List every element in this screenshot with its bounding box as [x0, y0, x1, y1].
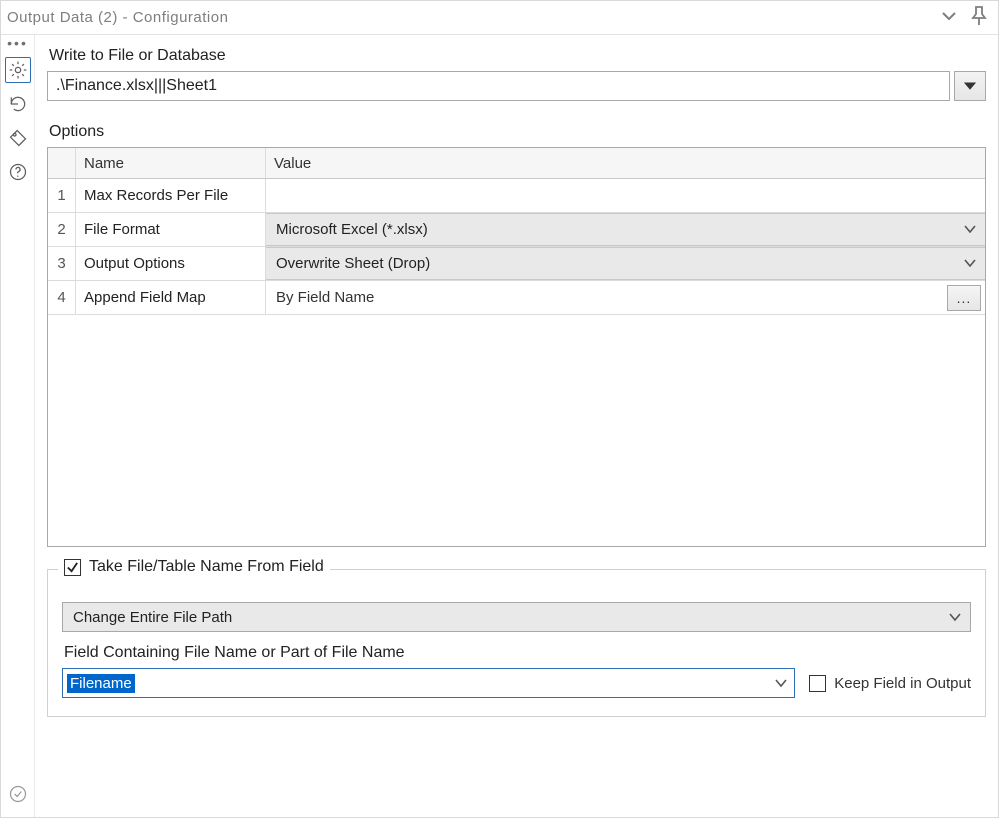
titlebar: Output Data (2) - Configuration	[1, 1, 998, 35]
file-format-dropdown[interactable]: Microsoft Excel (*.xlsx)	[266, 213, 985, 246]
row-index: 2	[48, 213, 76, 246]
filename-field-select[interactable]: Filename	[62, 668, 795, 698]
options-row: 4 Append Field Map By Field Name ...	[48, 281, 985, 315]
options-header-value: Value	[266, 148, 985, 178]
options-table: Name Value 1 Max Records Per File 2 File…	[47, 147, 986, 547]
titlebar-actions	[940, 5, 988, 31]
take-from-field-checkbox[interactable]	[64, 559, 81, 576]
window-title: Output Data (2) - Configuration	[7, 9, 228, 26]
take-from-field-group: Take File/Table Name From Field Change E…	[47, 569, 986, 717]
filename-field-value: Filename	[67, 674, 135, 693]
take-from-field-label: Take File/Table Name From Field	[89, 558, 324, 576]
main-panel: Write to File or Database Options Name V…	[35, 35, 998, 817]
options-header-row: Name Value	[48, 148, 985, 179]
help-icon[interactable]	[5, 159, 31, 185]
filepath-row	[47, 71, 986, 101]
write-to-label: Write to File or Database	[49, 47, 986, 65]
left-sidebar: •••	[1, 35, 35, 817]
filename-mode-value: Change Entire File Path	[73, 609, 232, 626]
pin-icon[interactable]	[970, 5, 988, 31]
row-index: 4	[48, 281, 76, 314]
collapse-icon[interactable]	[940, 7, 958, 29]
more-icon[interactable]: •••	[7, 41, 28, 49]
body: ••• Write to File or Database	[1, 35, 998, 817]
row-index: 3	[48, 247, 76, 280]
row-name: File Format	[76, 213, 266, 246]
chevron-down-icon	[948, 609, 962, 626]
tag-icon[interactable]	[5, 125, 31, 151]
configuration-tab-icon[interactable]	[5, 57, 31, 83]
filename-field-label: Field Containing File Name or Part of Fi…	[64, 644, 971, 662]
append-field-map-value: By Field Name	[266, 289, 947, 306]
keep-field-row[interactable]: Keep Field in Output	[809, 675, 971, 692]
file-path-input[interactable]	[47, 71, 950, 101]
keep-field-checkbox[interactable]	[809, 675, 826, 692]
file-path-dropdown-button[interactable]	[954, 71, 986, 101]
file-format-cell[interactable]: Microsoft Excel (*.xlsx)	[266, 213, 985, 246]
chevron-down-icon	[963, 255, 977, 272]
configuration-window: Output Data (2) - Configuration •••	[0, 0, 999, 818]
row-name: Output Options	[76, 247, 266, 280]
chevron-down-icon	[774, 675, 788, 692]
options-row: 1 Max Records Per File	[48, 179, 985, 213]
filename-mode-dropdown[interactable]: Change Entire File Path	[62, 602, 971, 632]
append-field-map-cell[interactable]: By Field Name ...	[266, 281, 985, 314]
keep-field-label: Keep Field in Output	[834, 675, 971, 692]
options-label: Options	[49, 123, 986, 141]
options-row: 2 File Format Microsoft Excel (*.xlsx)	[48, 213, 985, 247]
options-header-name: Name	[76, 148, 266, 178]
row-index: 1	[48, 179, 76, 212]
row-name: Append Field Map	[76, 281, 266, 314]
chevron-down-icon	[963, 221, 977, 238]
take-from-field-legend[interactable]: Take File/Table Name From Field	[58, 558, 330, 576]
append-field-map-browse-button[interactable]: ...	[947, 285, 981, 311]
output-options-value: Overwrite Sheet (Drop)	[276, 255, 430, 272]
output-options-dropdown[interactable]: Overwrite Sheet (Drop)	[266, 247, 985, 280]
options-row: 3 Output Options Overwrite Sheet (Drop)	[48, 247, 985, 281]
output-options-cell[interactable]: Overwrite Sheet (Drop)	[266, 247, 985, 280]
refresh-icon[interactable]	[5, 91, 31, 117]
validate-icon[interactable]	[5, 781, 31, 807]
row-name: Max Records Per File	[76, 179, 266, 212]
filename-field-row: Filename Keep Field in Output	[62, 668, 971, 698]
options-header-index	[48, 148, 76, 178]
max-records-cell[interactable]	[266, 179, 985, 212]
file-format-value: Microsoft Excel (*.xlsx)	[276, 221, 428, 238]
